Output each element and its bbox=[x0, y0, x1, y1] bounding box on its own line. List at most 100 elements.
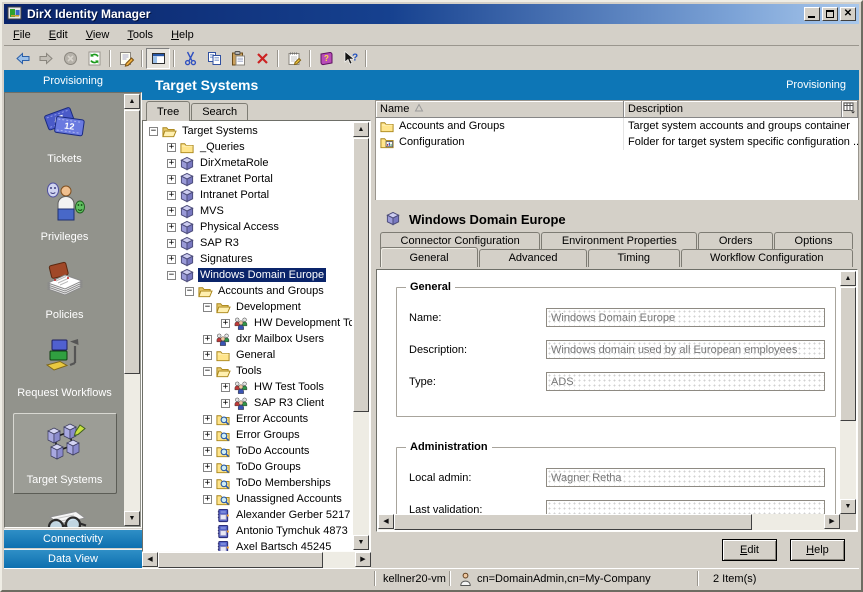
maximize-button[interactable] bbox=[822, 7, 838, 21]
tree-node[interactable]: + Signatures bbox=[144, 251, 352, 267]
tree-expander[interactable]: + bbox=[221, 319, 230, 328]
tree-vertical-scrollbar[interactable]: ▲ ▼ bbox=[353, 122, 369, 550]
tree-expander[interactable]: − bbox=[203, 367, 212, 376]
tree-expander[interactable]: − bbox=[149, 127, 158, 136]
toolbar-button[interactable] bbox=[141, 50, 143, 67]
detail-tab[interactable]: Timing bbox=[588, 249, 680, 267]
tree-node[interactable]: + MVS bbox=[144, 203, 352, 219]
detail-tab[interactable]: Workflow Configuration bbox=[681, 249, 853, 267]
tree-expander[interactable]: + bbox=[203, 415, 212, 424]
tree-node[interactable]: + Error Accounts bbox=[144, 411, 352, 427]
toolbar-button[interactable] bbox=[250, 48, 274, 69]
tree-node[interactable]: Alexander Gerber 5217 bbox=[144, 507, 352, 523]
toolbar-button[interactable] bbox=[173, 50, 175, 67]
tree-expander[interactable]: + bbox=[167, 143, 176, 152]
tree-node[interactable]: + HW Development Tc bbox=[144, 315, 352, 331]
tree-node[interactable]: + Extranet Portal bbox=[144, 171, 352, 187]
tree-expander[interactable]: + bbox=[167, 191, 176, 200]
toolbar-button[interactable] bbox=[365, 50, 367, 67]
toolbar-button[interactable] bbox=[109, 50, 111, 67]
tree-expander[interactable]: + bbox=[167, 175, 176, 184]
scroll-down-icon[interactable]: ▼ bbox=[353, 535, 369, 550]
tree-node[interactable]: − Tools bbox=[144, 363, 352, 379]
sidebar-item[interactable]: 4712 Tickets bbox=[13, 101, 117, 166]
tree-expander[interactable]: − bbox=[167, 271, 176, 280]
toolbar-button[interactable] bbox=[114, 48, 138, 69]
tree-node[interactable]: + ToDo Groups bbox=[144, 459, 352, 475]
tree-node[interactable]: + HW Test Tools bbox=[144, 379, 352, 395]
menu-item[interactable]: Tools bbox=[118, 26, 162, 44]
field-value[interactable]: Wagner Retha bbox=[546, 468, 825, 487]
tree-expander[interactable]: + bbox=[203, 335, 212, 344]
scroll-down-icon[interactable]: ▼ bbox=[124, 511, 140, 526]
minimize-button[interactable] bbox=[804, 7, 820, 21]
detail-tab[interactable]: Environment Properties bbox=[541, 232, 697, 249]
tree-expander[interactable]: + bbox=[203, 351, 212, 360]
scroll-down-icon[interactable]: ▼ bbox=[840, 499, 856, 514]
tree-expander[interactable]: − bbox=[185, 287, 194, 296]
tree-node[interactable]: + ToDo Accounts bbox=[144, 443, 352, 459]
scroll-up-icon[interactable]: ▲ bbox=[840, 271, 856, 286]
toolbar-button[interactable] bbox=[10, 48, 34, 69]
scroll-up-icon[interactable]: ▲ bbox=[124, 94, 140, 109]
tree-node[interactable]: + Error Groups bbox=[144, 427, 352, 443]
tree-node[interactable]: + Unassigned Accounts bbox=[144, 491, 352, 507]
list-row[interactable]: Configuration Folder for target system s… bbox=[376, 134, 858, 150]
tree-node[interactable]: + General bbox=[144, 347, 352, 363]
sidebar-item[interactable] bbox=[13, 507, 117, 528]
tree-panel-tab[interactable]: Tree bbox=[146, 101, 190, 121]
tree-node[interactable]: − Target Systems bbox=[144, 123, 352, 139]
toolbar-button[interactable] bbox=[34, 48, 58, 69]
field-value[interactable]: Windows domain used by all European empl… bbox=[546, 340, 825, 359]
tree-node[interactable]: Axel Bartsch 45245 bbox=[144, 539, 352, 551]
sidebar-footer-bar[interactable]: Data View bbox=[4, 549, 142, 568]
scroll-up-icon[interactable]: ▲ bbox=[353, 122, 369, 137]
column-header-description[interactable]: Description bbox=[624, 101, 842, 118]
tree-node[interactable]: + _Queries bbox=[144, 139, 352, 155]
toolbar-button[interactable]: ? bbox=[338, 48, 362, 69]
toolbar-button[interactable] bbox=[178, 48, 202, 69]
tree-expander[interactable]: + bbox=[167, 223, 176, 232]
tree-node[interactable]: − Windows Domain Europe bbox=[144, 267, 352, 283]
sidebar-item[interactable]: Privileges bbox=[13, 179, 117, 244]
tree-expander[interactable]: + bbox=[203, 447, 212, 456]
detail-tab[interactable]: Orders bbox=[698, 232, 773, 249]
title-bar[interactable]: DirX Identity Manager ✕ bbox=[4, 4, 859, 24]
tree-node[interactable]: + SAP R3 Client bbox=[144, 395, 352, 411]
tree-node[interactable]: + SAP R3 bbox=[144, 235, 352, 251]
menu-item[interactable]: File bbox=[4, 26, 40, 44]
tree-node[interactable]: Antonio Tymchuk 4873 bbox=[144, 523, 352, 539]
toolbar-button[interactable] bbox=[58, 48, 82, 69]
tree-panel-tab[interactable]: Search bbox=[191, 103, 248, 120]
tree-node[interactable]: + Physical Access bbox=[144, 219, 352, 235]
tree-expander[interactable]: + bbox=[203, 463, 212, 472]
toolbar-button[interactable] bbox=[146, 48, 170, 69]
tree-expander[interactable]: + bbox=[167, 207, 176, 216]
menu-item[interactable]: Edit bbox=[40, 26, 77, 44]
list-row[interactable]: Accounts and Groups Target system accoun… bbox=[376, 118, 858, 134]
tree-expander[interactable]: + bbox=[167, 255, 176, 264]
menu-item[interactable]: Help bbox=[162, 26, 203, 44]
field-value[interactable]: ADS bbox=[546, 372, 825, 391]
toolbar-button[interactable] bbox=[277, 50, 279, 67]
tree-expander[interactable]: + bbox=[167, 159, 176, 168]
scroll-left-icon[interactable]: ◀ bbox=[142, 552, 158, 567]
column-header-name[interactable]: Name bbox=[376, 101, 624, 118]
sidebar-item[interactable]: Request Workflows bbox=[13, 335, 117, 400]
toolbar-button[interactable] bbox=[309, 50, 311, 67]
sidebar-item[interactable]: Policies bbox=[13, 257, 117, 322]
tree-node[interactable]: + Intranet Portal bbox=[144, 187, 352, 203]
scroll-right-icon[interactable]: ▶ bbox=[355, 552, 371, 567]
menu-item[interactable]: View bbox=[77, 26, 119, 44]
tree-node[interactable]: + dxr Mailbox Users bbox=[144, 331, 352, 347]
tree-expander[interactable]: + bbox=[221, 399, 230, 408]
tree-node[interactable]: − Accounts and Groups bbox=[144, 283, 352, 299]
detail-tab[interactable]: Options bbox=[774, 232, 853, 249]
sidebar-footer-bar[interactable]: Connectivity bbox=[4, 529, 142, 548]
tree-expander[interactable]: + bbox=[203, 495, 212, 504]
detail-tab[interactable]: Advanced bbox=[479, 249, 587, 267]
tree-expander[interactable]: − bbox=[203, 303, 212, 312]
toolbar-button[interactable] bbox=[282, 48, 306, 69]
tree-node[interactable]: + DirXmetaRole bbox=[144, 155, 352, 171]
column-chooser-button[interactable] bbox=[842, 101, 858, 118]
